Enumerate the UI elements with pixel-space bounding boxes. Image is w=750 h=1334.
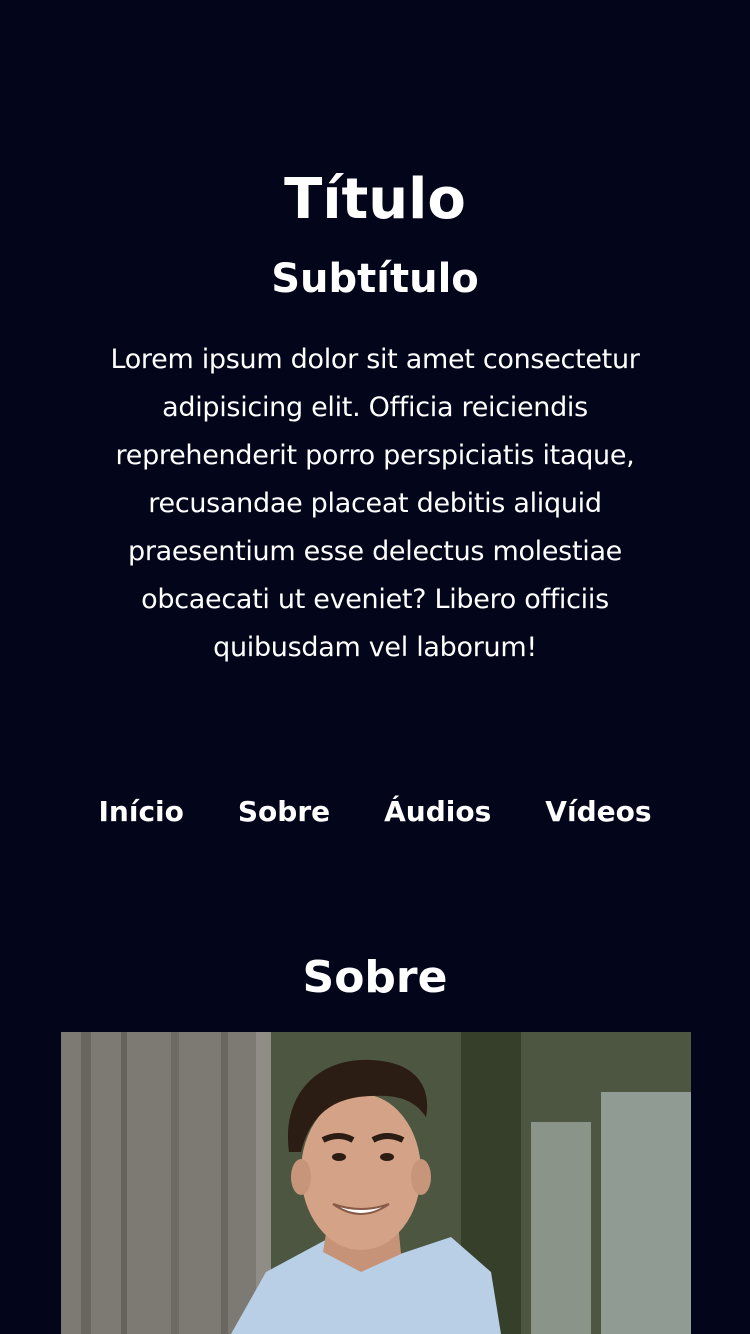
portrait-image: [61, 1032, 691, 1334]
about-photo: [61, 1032, 691, 1334]
about-section-title: Sobre: [302, 952, 448, 1003]
main-nav: Início Sobre Áudios Vídeos: [0, 788, 750, 836]
hero-title: Título: [284, 167, 466, 232]
hero-description: Lorem ipsum dolor sit amet consectetur a…: [110, 344, 640, 663]
page: Título Subtítulo Lorem ipsum dolor sit a…: [0, 0, 750, 1334]
nav-item-videos[interactable]: Vídeos: [545, 788, 651, 836]
nav-item-audios[interactable]: Áudios: [384, 788, 491, 836]
nav-item-inicio[interactable]: Início: [99, 788, 184, 836]
hero-subtitle: Subtítulo: [271, 256, 479, 302]
nav-item-sobre[interactable]: Sobre: [238, 788, 330, 836]
